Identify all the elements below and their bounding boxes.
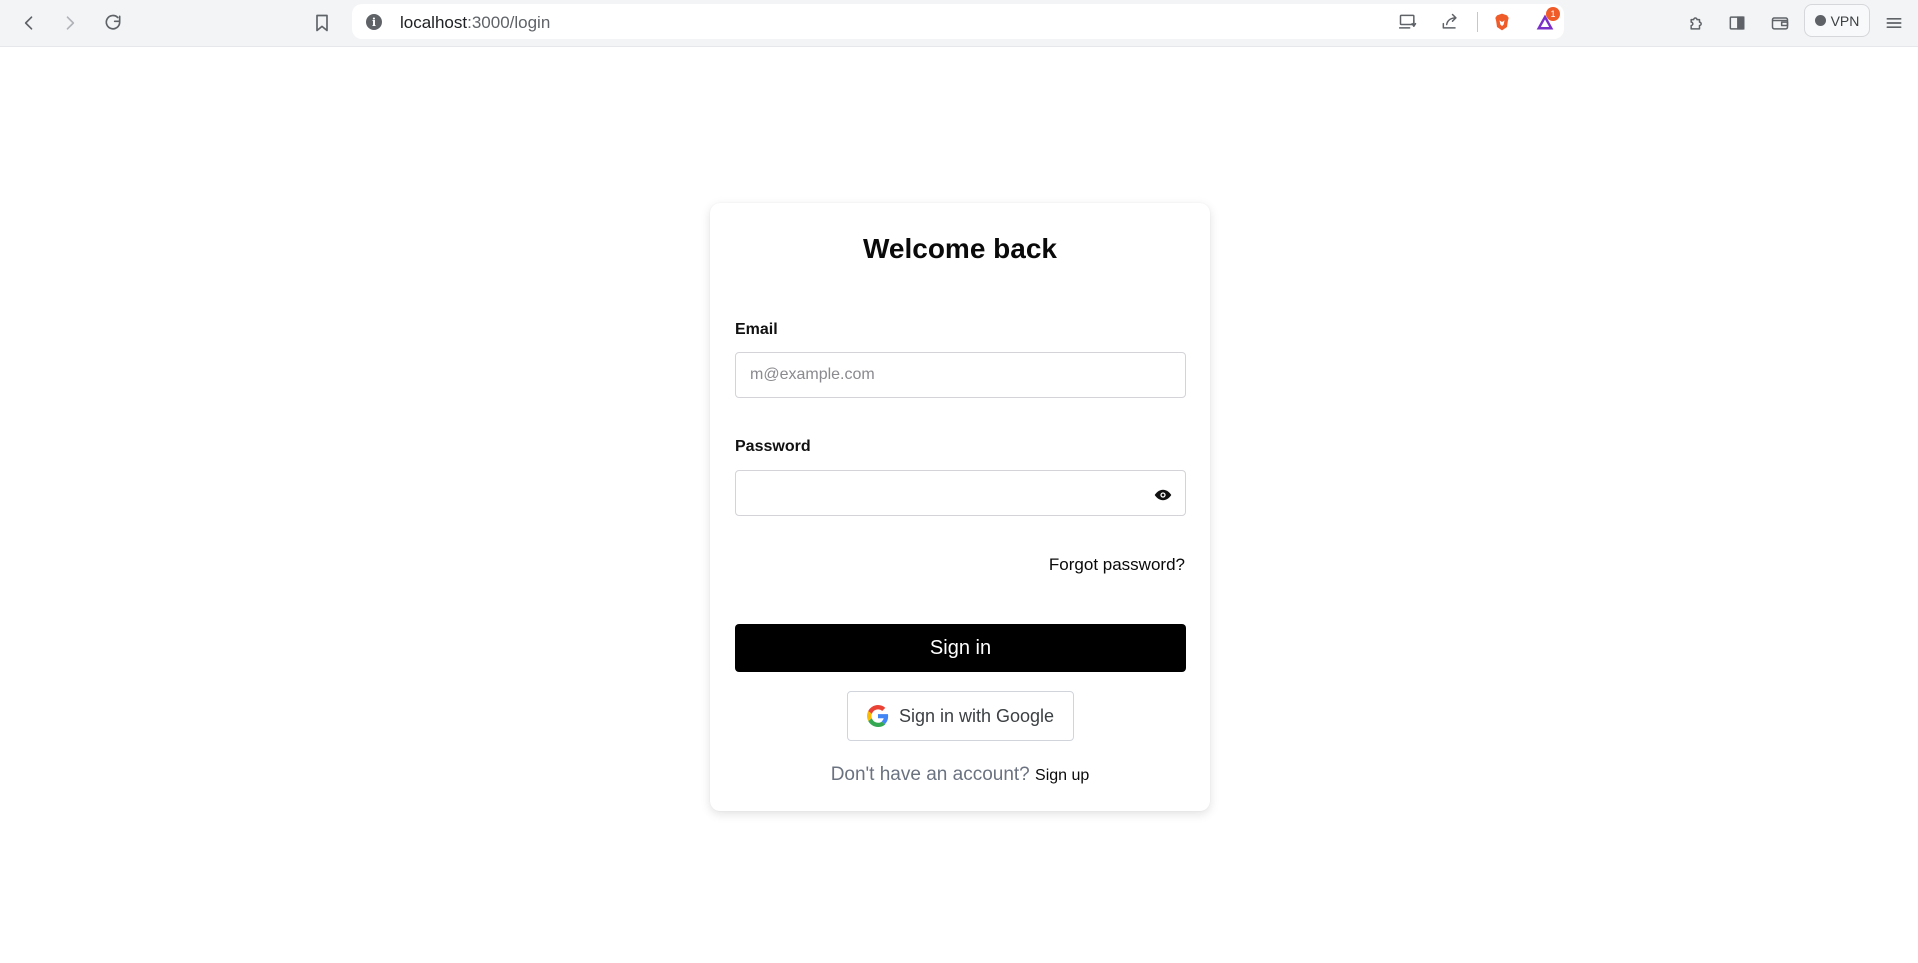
brave-lion-icon <box>1495 13 1509 31</box>
reload-icon <box>105 14 121 30</box>
wallet-icon <box>1771 17 1789 30</box>
chevron-left-icon <box>24 16 33 30</box>
screen-download-icon <box>1398 14 1417 29</box>
password-field[interactable] <box>735 470 1186 516</box>
login-card: Welcome back Email Password Forgot passw… <box>710 203 1210 811</box>
puzzle-icon <box>1690 17 1702 30</box>
email-field[interactable] <box>735 352 1186 398</box>
brave-rewards-button[interactable]: 1 <box>1534 7 1560 33</box>
google-sign-in-button[interactable]: Sign in with Google <box>847 691 1074 741</box>
sign-up-link[interactable]: Sign up <box>1035 767 1089 784</box>
share-button[interactable] <box>1439 11 1461 33</box>
sidebar-button[interactable] <box>1722 8 1752 38</box>
menu-button[interactable] <box>1879 8 1909 38</box>
sign-in-button[interactable]: Sign in <box>735 624 1186 672</box>
browser-toolbar: i localhost:3000/login 1 VPN <box>0 0 1918 47</box>
hamburger-menu-icon <box>1886 18 1902 28</box>
cast-button[interactable] <box>1397 11 1419 33</box>
eye-icon <box>1154 489 1172 501</box>
brave-shields-button[interactable] <box>1491 11 1513 33</box>
sidebar-icon <box>1729 16 1745 30</box>
vpn-status-icon <box>1814 15 1826 26</box>
wallet-button[interactable] <box>1765 8 1795 38</box>
forgot-password-link[interactable]: Forgot password? <box>1049 555 1185 575</box>
bookmark-button[interactable] <box>307 8 337 38</box>
google-sign-in-label: Sign in with Google <box>898 705 1055 726</box>
reload-button[interactable] <box>98 8 128 38</box>
forward-button[interactable] <box>55 8 85 38</box>
vpn-button[interactable]: VPN <box>1804 4 1870 37</box>
notification-badge: 1 <box>1546 7 1560 21</box>
chevron-right-icon <box>66 16 75 30</box>
share-icon <box>1442 13 1457 29</box>
no-account-text: Don't have an account? <box>830 764 1030 785</box>
bookmark-icon <box>316 14 328 32</box>
page-title: Welcome back <box>862 233 1058 264</box>
address-bar[interactable]: i localhost:3000/login 1 <box>352 4 1564 39</box>
site-info-icon[interactable]: i <box>366 14 382 30</box>
url-separator <box>1477 12 1478 32</box>
email-label: Email <box>735 321 778 338</box>
extensions-button[interactable] <box>1682 8 1712 38</box>
password-label: Password <box>735 438 811 455</box>
google-logo-icon <box>866 705 889 727</box>
back-button[interactable] <box>14 8 44 38</box>
url-text[interactable]: localhost:3000/login <box>400 13 550 33</box>
toggle-password-visibility-button[interactable] <box>1153 485 1173 505</box>
signup-prompt: Don't have an account? Sign up <box>710 764 1210 786</box>
